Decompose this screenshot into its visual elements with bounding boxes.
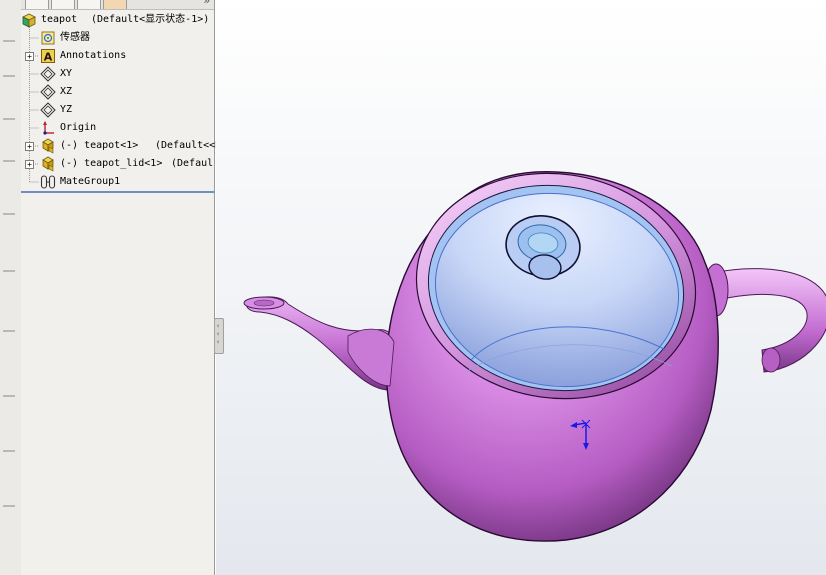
tree-item-label: XY: [60, 68, 73, 79]
plane-icon: [40, 84, 56, 100]
root-name: teapot: [41, 14, 78, 25]
tree-item-label: Origin: [60, 122, 97, 133]
part-icon: [42, 156, 54, 172]
tree-item-annotations[interactable]: + A Annotations: [21, 47, 214, 65]
tree-item-component-teapot-lid[interactable]: + (-) teapot_lid<1> (Defaul: [21, 155, 214, 173]
expand-icon[interactable]: +: [25, 142, 34, 151]
tree-item-label: 传感器: [60, 32, 90, 43]
strip-mark: [3, 118, 15, 120]
tree-item-label: (-) teapot_lid<1>: [60, 158, 163, 169]
tree-item-plane-xz[interactable]: XZ: [21, 83, 214, 101]
splitter-arrow-icon: ‹: [216, 322, 221, 330]
command-strip: [0, 0, 22, 575]
plane-icon: [40, 66, 56, 82]
splitter-arrow-icon: ‹: [216, 338, 221, 346]
strip-mark: [3, 160, 15, 162]
tree-root[interactable]: teapot (Default<显示状态-1>): [21, 11, 214, 29]
tree-item-label: YZ: [60, 104, 73, 115]
tree-item-label: Annotations: [60, 50, 127, 61]
tree-item-plane-xy[interactable]: XY: [21, 65, 214, 83]
tree-item-origin[interactable]: Origin: [21, 119, 214, 137]
root-config: (Default<显示状态-1>): [91, 14, 210, 25]
tree-item-label: (-) teapot<1>: [60, 140, 139, 151]
svg-text:A: A: [44, 51, 53, 64]
panel-splitter-handle[interactable]: ‹ ‹ ‹: [214, 318, 224, 354]
tree-item-label: XZ: [60, 86, 73, 97]
handle-joint: [761, 347, 781, 373]
strip-mark: [3, 450, 15, 452]
tree-item-plane-yz[interactable]: YZ: [21, 101, 214, 119]
spout-tip-hole: [253, 299, 275, 307]
strip-mark: [3, 213, 15, 215]
mate-group-icon: [40, 175, 56, 189]
feature-manager-panel: » teapot (Default<显示状态-1>) 传感器 + A Annot…: [21, 0, 221, 575]
tree-item-mate-group[interactable]: MateGroup1: [21, 173, 214, 191]
tree-item-component-teapot[interactable]: + (-) teapot<1> (Default<<D: [21, 137, 221, 155]
splitter-arrow-icon: ‹: [216, 330, 221, 338]
tabs-overflow-icon[interactable]: »: [203, 0, 210, 7]
tree-item-config: (Defaul: [171, 158, 214, 169]
tree-item-label: MateGroup1: [60, 176, 121, 187]
expand-icon[interactable]: +: [25, 52, 34, 61]
part-icon: [42, 138, 54, 154]
strip-mark: [3, 40, 15, 42]
strip-mark: [3, 270, 15, 272]
strip-mark: [3, 330, 15, 332]
assembly-icon: [22, 13, 36, 28]
graphics-viewport[interactable]: [216, 0, 826, 575]
tree-item-sensors[interactable]: 传感器: [21, 29, 214, 47]
teapot-model[interactable]: [216, 0, 826, 575]
strip-mark: [3, 75, 15, 77]
tree-item-config: (Default<<D: [155, 140, 222, 151]
spout-joint: [347, 328, 395, 387]
strip-mark: [3, 395, 15, 397]
origin-icon: [43, 121, 54, 135]
sensor-icon: [41, 31, 55, 45]
panel-divider: [21, 191, 214, 193]
strip-mark: [3, 505, 15, 507]
plane-icon: [40, 102, 56, 118]
expand-icon[interactable]: +: [25, 160, 34, 169]
annotation-icon: A: [41, 49, 55, 64]
feature-tree: teapot (Default<显示状态-1>) 传感器 + A Annotat…: [21, 9, 221, 192]
